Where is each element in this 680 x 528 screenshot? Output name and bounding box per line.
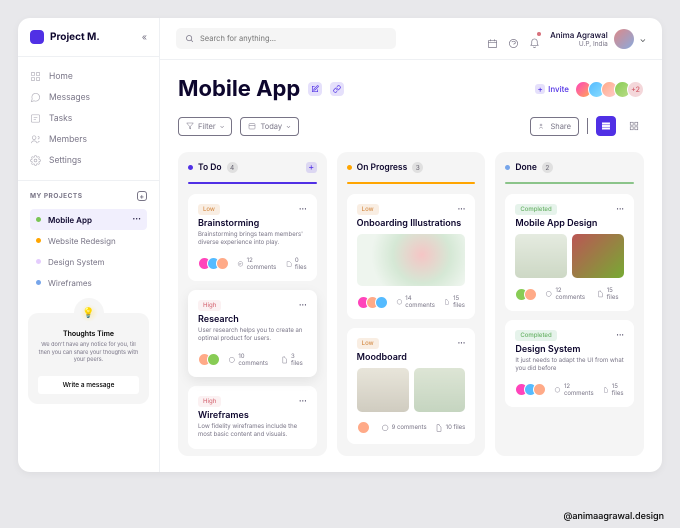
projects-header: MY PROJECTS + <box>30 191 147 209</box>
logo-row: Project M. « <box>18 30 159 57</box>
thoughts-title: Thoughts Time <box>38 329 139 338</box>
avatars-more[interactable]: +2 <box>627 81 644 98</box>
card-more-icon[interactable]: ··· <box>299 204 307 215</box>
tasks-icon <box>30 113 41 124</box>
notification-icon[interactable] <box>529 33 540 44</box>
thoughts-card: 💡 Thoughts Time We don't have any notice… <box>28 313 149 404</box>
card-onboarding[interactable]: Low··· Onboarding Illustrations 14 comme… <box>347 194 476 319</box>
card-brainstorming[interactable]: Low··· Brainstorming Brainstorming bring… <box>188 194 317 281</box>
user-name: Anima Agrawal <box>550 30 608 40</box>
nav-home[interactable]: Home <box>30 67 147 86</box>
column-done: Done2 Completed··· Mobile App Design 12 … <box>495 152 644 456</box>
nav-messages[interactable]: Messages <box>30 88 147 107</box>
today-button[interactable]: Today⌄ <box>240 117 298 136</box>
view-grid-button[interactable] <box>624 116 644 136</box>
card-mobile-app-design[interactable]: Completed··· Mobile App Design 12 commen… <box>505 194 634 311</box>
column-progress: On Progress3 Low··· Onboarding Illustrat… <box>337 152 486 456</box>
write-message-button[interactable]: Write a message <box>38 376 139 394</box>
card-image <box>357 234 466 286</box>
filter-button[interactable]: Filter⌄ <box>178 117 232 136</box>
message-icon <box>30 92 41 103</box>
chevron-down-icon: ⌄ <box>640 34 646 44</box>
logo-text: Project M. <box>50 31 100 43</box>
settings-icon <box>30 155 41 166</box>
member-avatars[interactable]: +2 <box>575 81 644 98</box>
share-button[interactable]: Share <box>530 117 579 136</box>
column-todo: To Do4+ Low··· Brainstorming Brainstormi… <box>178 152 327 456</box>
nav-tasks[interactable]: Tasks <box>30 109 147 128</box>
logo-icon <box>30 30 44 44</box>
card-research[interactable]: High··· Research User research helps you… <box>188 290 317 377</box>
project-more-icon[interactable]: ··· <box>132 214 141 225</box>
invite-button[interactable]: +Invite <box>535 84 569 94</box>
members-icon <box>30 134 41 145</box>
user-avatar <box>614 29 634 49</box>
link-button[interactable] <box>330 82 344 96</box>
help-icon[interactable] <box>508 33 519 44</box>
thoughts-body: We don't have any notice for you, till t… <box>38 342 139 365</box>
watermark: @animaagrawal.design <box>564 511 665 522</box>
search-bar[interactable] <box>176 28 396 49</box>
nav-settings[interactable]: Settings <box>30 151 147 170</box>
card-wireframes[interactable]: High··· Wireframes Low fidelity wirefram… <box>188 386 317 450</box>
user-location: U.P, India <box>550 40 608 48</box>
add-project-button[interactable]: + <box>137 191 147 201</box>
bulb-icon: 💡 <box>74 298 104 328</box>
user-menu[interactable]: Anima Agrawal U.P, India ⌄ <box>550 29 646 49</box>
home-icon <box>30 71 41 82</box>
view-board-button[interactable] <box>596 116 616 136</box>
card-moodboard[interactable]: Low··· Moodboard 9 comments10 files <box>347 328 476 444</box>
nav-members[interactable]: Members <box>30 130 147 149</box>
project-website-redesign[interactable]: Website Redesign··· <box>30 230 147 251</box>
collapse-sidebar-icon[interactable]: « <box>142 32 147 43</box>
project-wireframes[interactable]: Wireframes··· <box>30 272 147 293</box>
project-design-system[interactable]: Design System··· <box>30 251 147 272</box>
calendar-icon[interactable] <box>487 33 498 44</box>
add-card-button[interactable]: + <box>306 162 317 173</box>
search-input[interactable] <box>200 34 387 43</box>
project-mobile-app[interactable]: Mobile App··· <box>30 209 147 230</box>
search-icon <box>185 34 194 43</box>
page-title: Mobile App <box>178 76 300 102</box>
card-design-system[interactable]: Completed··· Design System It just needs… <box>505 320 634 407</box>
edit-title-button[interactable] <box>308 82 322 96</box>
